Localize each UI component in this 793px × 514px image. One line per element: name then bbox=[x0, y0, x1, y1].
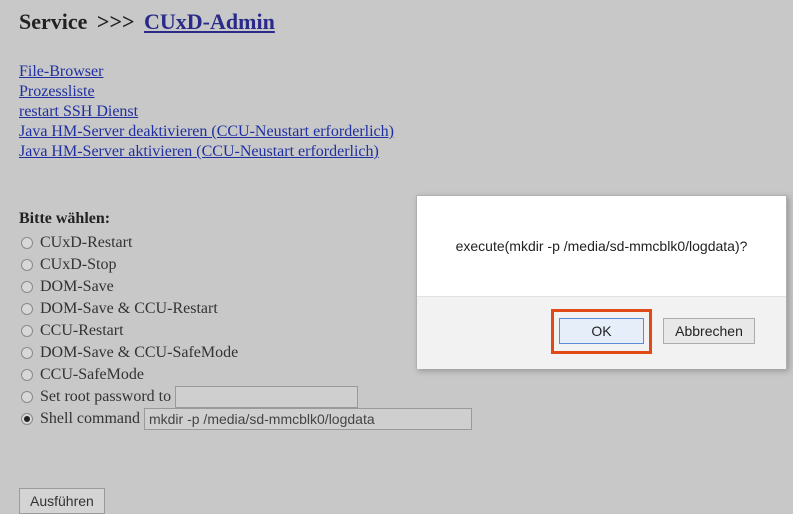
option-dom-save[interactable]: DOM-Save bbox=[19, 276, 472, 298]
dialog-footer: OK Abbrechen bbox=[417, 296, 786, 369]
radio-cuxd-stop[interactable] bbox=[21, 259, 33, 271]
radio-shell-command[interactable] bbox=[21, 413, 33, 425]
option-ccu-safemode[interactable]: CCU-SafeMode bbox=[19, 364, 472, 386]
option-set-root-password[interactable]: Set root password to bbox=[19, 386, 472, 408]
choose-label: Bitte wählen: bbox=[19, 210, 111, 227]
radio-ccu-safemode[interactable] bbox=[21, 369, 33, 381]
confirm-dialog: execute(mkdir -p /media/sd-mmcblk0/logda… bbox=[416, 195, 787, 369]
process-list-link[interactable]: Prozessliste bbox=[19, 82, 394, 102]
radio-ccu-restart[interactable] bbox=[21, 325, 33, 337]
dialog-message: execute(mkdir -p /media/sd-mmcblk0/logda… bbox=[455, 238, 748, 254]
radio-dom-save[interactable] bbox=[21, 281, 33, 293]
option-cuxd-restart[interactable]: CUxD-Restart bbox=[19, 232, 472, 254]
shell-command-input[interactable]: mkdir -p /media/sd-mmcblk0/logdata bbox=[143, 408, 472, 430]
option-label: CUxD-Restart bbox=[40, 234, 133, 251]
option-dom-save-ccu-restart[interactable]: DOM-Save & CCU-Restart bbox=[19, 298, 472, 320]
option-label: Set root password to bbox=[40, 388, 172, 405]
execute-button[interactable]: Ausführen bbox=[19, 488, 105, 514]
option-label: DOM-Save & CCU-Restart bbox=[40, 300, 218, 317]
ok-button[interactable]: OK bbox=[559, 318, 644, 344]
java-hm-server-deactivate-link[interactable]: Java HM-Server deaktivieren (CCU-Neustar… bbox=[19, 122, 394, 142]
java-hm-server-activate-link[interactable]: Java HM-Server aktivieren (CCU-Neustart … bbox=[19, 142, 394, 162]
option-shell-command[interactable]: Shell command mkdir -p /media/sd-mmcblk0… bbox=[19, 408, 472, 430]
root-password-input[interactable] bbox=[175, 386, 359, 408]
title-section: Service bbox=[19, 9, 88, 34]
option-label: DOM-Save & CCU-SafeMode bbox=[40, 344, 239, 361]
service-links: File-Browser Prozessliste restart SSH Di… bbox=[19, 62, 394, 162]
title-separator: >>> bbox=[96, 9, 135, 34]
file-browser-link[interactable]: File-Browser bbox=[19, 62, 394, 82]
radio-dom-save-ccu-restart[interactable] bbox=[21, 303, 33, 315]
action-options: CUxD-Restart CUxD-Stop DOM-Save DOM-Save… bbox=[19, 232, 472, 430]
option-label: CCU-Restart bbox=[40, 322, 124, 339]
option-label: Shell command bbox=[40, 410, 140, 427]
radio-dom-save-ccu-safemode[interactable] bbox=[21, 347, 33, 359]
option-cuxd-stop[interactable]: CUxD-Stop bbox=[19, 254, 472, 276]
option-label: DOM-Save bbox=[40, 278, 114, 295]
radio-cuxd-restart[interactable] bbox=[21, 237, 33, 249]
option-ccu-restart[interactable]: CCU-Restart bbox=[19, 320, 472, 342]
option-label: CUxD-Stop bbox=[40, 256, 117, 273]
option-dom-save-ccu-safemode[interactable]: DOM-Save & CCU-SafeMode bbox=[19, 342, 472, 364]
restart-ssh-link[interactable]: restart SSH Dienst bbox=[19, 102, 394, 122]
option-label: CCU-SafeMode bbox=[40, 366, 144, 383]
cancel-button[interactable]: Abbrechen bbox=[663, 318, 755, 344]
page-title: Service >>> CUxD-Admin bbox=[19, 9, 275, 35]
radio-set-root-password[interactable] bbox=[21, 391, 33, 403]
cuxd-admin-link[interactable]: CUxD-Admin bbox=[144, 9, 275, 34]
